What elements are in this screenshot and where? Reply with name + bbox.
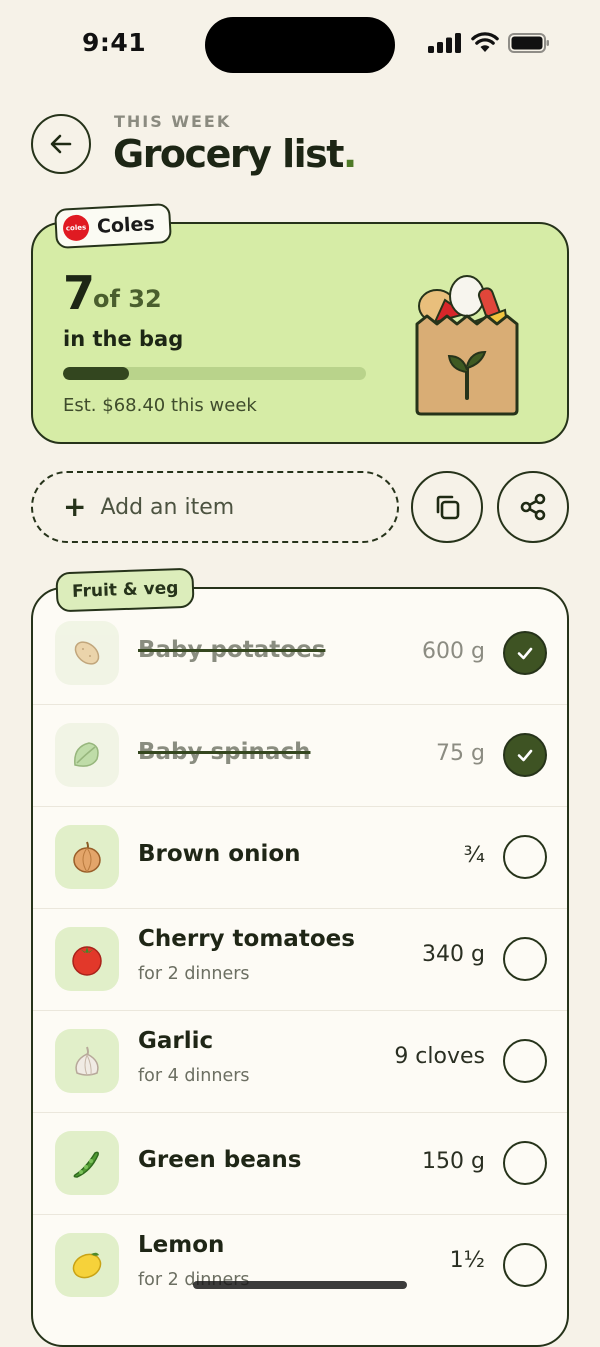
list-item[interactable]: Garlic for 4 dinners 9 cloves — [33, 1011, 567, 1113]
add-item-placeholder: Add an item — [100, 494, 235, 520]
progress-fill — [63, 367, 130, 380]
wifi-icon — [471, 32, 499, 52]
eyebrow-label: THIS WEEK — [114, 112, 232, 131]
status-bar: 9:41 — [0, 0, 600, 90]
item-quantity: 340 g — [422, 942, 485, 967]
item-checkbox[interactable] — [503, 1243, 547, 1287]
item-name: Garlic — [138, 1028, 214, 1054]
list-item[interactable]: Baby potatoes 600 g — [33, 603, 567, 705]
item-checkbox[interactable] — [503, 631, 547, 675]
checkmark-icon — [517, 647, 533, 660]
garlic-icon — [55, 1029, 119, 1093]
spinach-icon — [55, 723, 119, 787]
home-indicator[interactable] — [193, 1281, 407, 1289]
copy-icon — [436, 495, 460, 520]
coles-logo: coles — [62, 214, 90, 242]
list-item[interactable]: Brown onion ¾ — [33, 807, 567, 909]
checkmark-icon — [517, 749, 533, 762]
items-total-count: of 32 — [93, 285, 162, 313]
item-name: Baby potatoes — [138, 637, 326, 663]
item-checkbox[interactable] — [503, 835, 547, 879]
green-beans-icon — [55, 1131, 119, 1195]
section-tag-fruit-veg: Fruit & veg — [55, 567, 196, 613]
item-quantity: 75 g — [436, 741, 485, 766]
store-name: Coles — [96, 212, 156, 238]
dynamic-island — [205, 17, 395, 73]
list-item[interactable]: Baby spinach 75 g — [33, 705, 567, 807]
list-item[interactable]: Cherry tomatoes for 2 dinners 340 g — [33, 909, 567, 1011]
item-quantity: 150 g — [422, 1149, 485, 1174]
progress-bar — [63, 367, 366, 380]
page-title-dot: . — [342, 132, 357, 176]
items-done-count: 7 — [63, 266, 96, 320]
item-quantity: 1½ — [449, 1248, 485, 1273]
lemon-icon — [55, 1233, 119, 1297]
page-title-text: Grocery list — [113, 132, 344, 176]
back-button[interactable] — [31, 114, 91, 174]
copy-list-button[interactable] — [411, 471, 483, 543]
arrow-left-icon — [50, 134, 72, 154]
share-icon — [520, 493, 546, 521]
battery-icon — [508, 33, 549, 53]
share-list-button[interactable] — [497, 471, 569, 543]
item-quantity: ¾ — [463, 843, 485, 868]
grocery-list: Baby potatoes 600 g Baby spinach 75 g Brown … — [33, 603, 567, 1316]
list-item[interactable]: Green beans 150 g — [33, 1113, 567, 1215]
potato-icon — [55, 621, 119, 685]
in-bag-label: in the bag — [63, 327, 184, 351]
store-tag[interactable]: coles Coles — [54, 202, 172, 250]
item-name: Cherry tomatoes — [138, 926, 355, 952]
signal-icon — [428, 33, 461, 53]
item-name: Green beans — [138, 1147, 302, 1173]
item-quantity: 600 g — [422, 639, 485, 664]
item-checkbox[interactable] — [503, 1039, 547, 1083]
item-checkbox[interactable] — [503, 937, 547, 981]
item-checkbox[interactable] — [503, 1141, 547, 1185]
page-title: Grocery list. — [113, 132, 357, 176]
item-note: for 4 dinners — [138, 1066, 250, 1086]
item-name: Lemon — [138, 1232, 225, 1258]
item-checkbox[interactable] — [503, 733, 547, 777]
status-icons — [428, 32, 550, 53]
onion-icon — [55, 825, 119, 889]
plus-icon: + — [63, 490, 87, 523]
grocery-list-card: Baby potatoes 600 g Baby spinach 75 g Brown … — [31, 587, 569, 1347]
add-item-input[interactable]: + Add an item — [31, 471, 399, 543]
item-name: Brown onion — [138, 841, 301, 867]
estimate-text: Est. $68.40 this week — [63, 395, 257, 416]
tomato-icon — [55, 927, 119, 991]
item-name: Baby spinach — [138, 739, 311, 765]
item-quantity: 9 cloves — [394, 1044, 485, 1069]
item-note: for 2 dinners — [138, 964, 250, 984]
status-time: 9:41 — [82, 28, 147, 57]
grocery-bag-icon — [415, 275, 519, 416]
